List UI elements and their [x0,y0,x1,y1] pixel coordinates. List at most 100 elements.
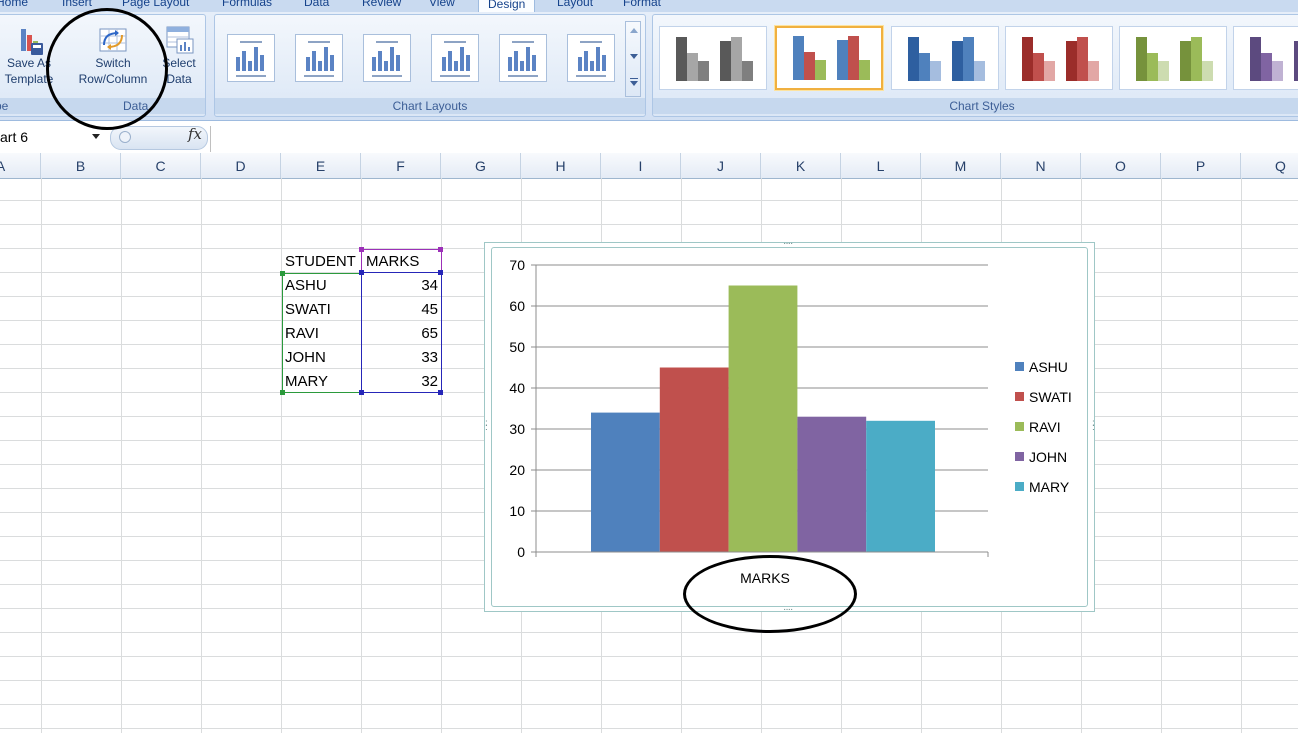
style-bar-shape [1044,61,1055,81]
name-box[interactable]: art 6 [0,127,106,147]
bars [591,285,935,553]
chart-style-option[interactable] [1005,26,1113,90]
y-tick-label: 30 [509,421,525,437]
column-header-i[interactable]: I [601,153,681,178]
range-handle[interactable] [359,270,364,275]
column-header-m[interactable]: M [921,153,1001,178]
y-tick-label: 50 [509,339,525,355]
layout-bar-shape [520,61,524,71]
chart-layouts-title: Chart Layouts [215,98,645,114]
header-student-cell[interactable]: STUDENT [285,251,356,273]
column-header-l[interactable]: L [841,153,921,178]
chart-layout-option[interactable] [567,34,615,82]
layout-title-line [512,41,534,43]
tab-insert[interactable]: Insert [62,0,92,9]
range-handle[interactable] [359,390,364,395]
tab-layout[interactable]: Layout [557,0,593,9]
column-header-d[interactable]: D [201,153,281,178]
chart-layout-option[interactable] [295,34,343,82]
tab-data[interactable]: Data [304,0,329,9]
bar-ashu[interactable] [591,412,660,552]
chart-resize-handle-left[interactable]: :: [485,419,489,433]
ribbon: Save As Template Switch Row/Column Selec… [0,12,1298,121]
y-tick-label: 60 [509,298,525,314]
y-tick-label: 70 [509,257,525,273]
column-header-q[interactable]: Q [1241,153,1298,178]
scroll-up-icon[interactable] [630,28,638,33]
name-box-dropdown-icon[interactable] [92,134,100,139]
y-tick-label: 20 [509,462,525,478]
layout-bar-shape [236,57,240,71]
style-bar-shape [930,61,941,81]
bar-swati[interactable] [659,367,729,553]
style-bar-shape [1191,37,1202,81]
chart-layout-option[interactable] [227,34,275,82]
chart-style-option[interactable] [1119,26,1227,90]
style-bar-shape [1033,53,1044,81]
range-handle[interactable] [438,390,443,395]
style-bar-shape [848,36,859,80]
annotation-circle-switch-row-column [46,8,168,130]
chart-layout-option[interactable] [363,34,411,82]
column-header-p[interactable]: P [1161,153,1241,178]
column-header-o[interactable]: O [1081,153,1161,178]
range-handle[interactable] [280,271,285,276]
layout-bar-shape [248,61,252,71]
layout-bar-shape [254,47,258,71]
insert-function-icon[interactable]: fx [188,125,202,143]
column-header-h[interactable]: H [521,153,601,178]
style-bar-shape [1294,41,1298,81]
column-header-j[interactable]: J [681,153,761,178]
style-bar-shape [859,60,870,80]
layout-title-line [376,41,398,43]
column-header-b[interactable]: B [41,153,121,178]
values-range-highlight [361,272,442,393]
range-handle[interactable] [438,247,443,252]
series-name-range-highlight [282,273,362,393]
range-handle[interactable] [280,390,285,395]
legend-label: MARY [1029,479,1070,495]
style-bar-shape [1202,61,1213,81]
type-group-title: pe [0,99,9,113]
column-header-g[interactable]: G [441,153,521,178]
formula-input[interactable] [210,126,1298,152]
tab-format[interactable]: Format [623,0,661,9]
tab-design[interactable]: Design [478,0,536,12]
column-header-n[interactable]: N [1001,153,1081,178]
style-bar-shape [974,61,985,81]
bar-ravi[interactable] [728,285,798,553]
column-header-f[interactable]: F [361,153,441,178]
tab-formulas[interactable]: Formulas [222,0,272,9]
chart-style-option[interactable] [659,26,767,90]
column-header-a[interactable]: A [0,153,41,178]
chart-styles-title: Chart Styles [653,98,1298,114]
chart-style-option[interactable] [1233,26,1298,90]
column-header-k[interactable]: K [761,153,841,178]
chart-style-option[interactable] [891,26,999,90]
tab-view[interactable]: View [429,0,455,9]
bar-mary[interactable] [866,420,935,552]
chart-layout-option[interactable] [499,34,547,82]
style-bar-shape [676,37,687,81]
range-handle[interactable] [438,270,443,275]
legend-label: JOHN [1029,449,1067,465]
chart-legend[interactable]: ASHU SWATI RAVI JOHN MARY [1015,359,1072,495]
tab-home[interactable]: Home [0,0,28,9]
style-bar-shape [1077,37,1088,81]
scroll-down-icon[interactable] [630,54,638,59]
layout-bar-shape [260,55,264,71]
chart-resize-handle-right[interactable]: :: [1092,419,1096,433]
layout-axis-line [508,75,538,77]
style-bar-shape [1088,61,1099,81]
bar-john[interactable] [797,416,867,552]
tab-page-layout[interactable]: Page Layout [122,0,189,9]
column-header-e[interactable]: E [281,153,361,178]
tab-review[interactable]: Review [362,0,401,9]
chart-layout-option[interactable] [431,34,479,82]
chart-style-option[interactable] [775,26,883,90]
legend-swatch [1015,392,1024,401]
layout-bar-shape [460,47,464,71]
more-icon[interactable] [630,81,638,86]
range-handle[interactable] [359,247,364,252]
column-header-c[interactable]: C [121,153,201,178]
